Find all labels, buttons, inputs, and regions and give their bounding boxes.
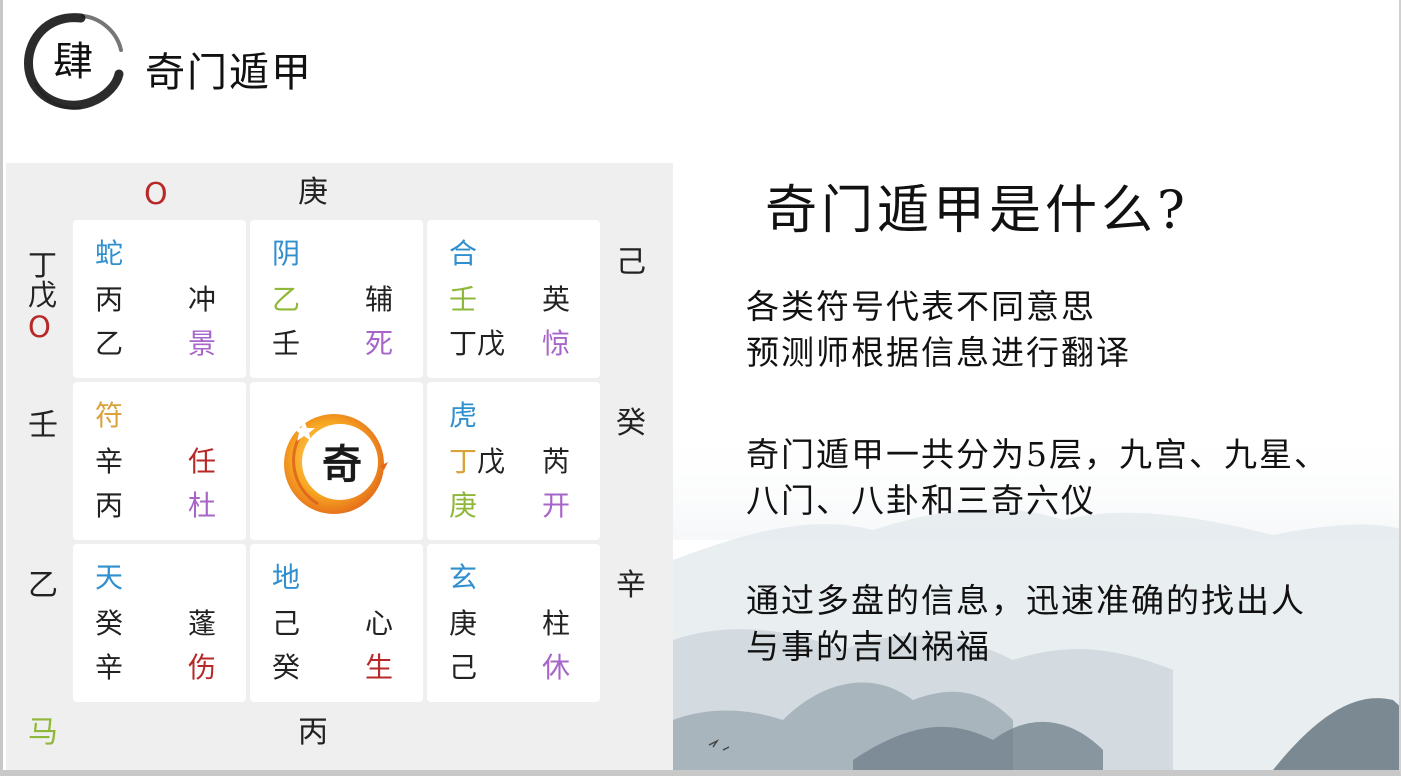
palace-door: 伤 bbox=[188, 651, 217, 684]
palace-center[interactable]: 奇 bbox=[250, 382, 423, 540]
left-top-stem-2: 戊 bbox=[28, 278, 58, 312]
palace-door: 休 bbox=[542, 651, 571, 684]
info-line: 通过多盘的信息，迅速准确的找出人 bbox=[746, 581, 1306, 620]
palace-earth-stem: 己 bbox=[449, 651, 478, 684]
right-bottom-stem: 辛 bbox=[616, 568, 646, 603]
palace-star: 任 bbox=[188, 445, 217, 478]
left-mid-stem: 壬 bbox=[28, 408, 58, 443]
center-emblem: 奇 bbox=[278, 406, 394, 518]
palace-door: 生 bbox=[365, 651, 394, 684]
palace-god: 蛇 bbox=[95, 237, 124, 270]
palace-heaven-stem: 庚 bbox=[449, 607, 478, 640]
palace-heaven-stem: 乙 bbox=[272, 283, 301, 316]
brand-logo: 肆 bbox=[21, 12, 125, 112]
palace-8[interactable]: 地 己 癸 心 生 bbox=[250, 544, 423, 702]
palace-earth-stem: 壬 bbox=[272, 327, 301, 360]
palace-door: 惊 bbox=[542, 327, 571, 360]
palace-heaven-stem: 己 bbox=[272, 607, 301, 640]
palace-god: 合 bbox=[449, 237, 478, 270]
palace-star: 英 bbox=[542, 283, 571, 316]
palace-earth-stem: 庚 bbox=[449, 489, 478, 522]
palace-1[interactable]: 蛇 丙 乙 冲 景 bbox=[73, 220, 246, 378]
info-title: 奇门遁甲是什么? bbox=[765, 181, 1189, 241]
palace-god: 符 bbox=[95, 399, 124, 432]
top-left-marker: O bbox=[144, 177, 168, 212]
info-line: 八门、八卦和三奇六仪 bbox=[746, 481, 1096, 520]
palace-star: 心 bbox=[365, 607, 394, 640]
palace-heaven-stem: 丙 bbox=[95, 283, 124, 316]
palace-4[interactable]: 符 辛 丙 任 杜 bbox=[73, 382, 246, 540]
info-line: 各类符号代表不同意思 bbox=[746, 287, 1096, 326]
left-top-stem-1: 丁 bbox=[28, 248, 58, 282]
right-top-stem: 己 bbox=[616, 245, 646, 280]
palace-star: 冲 bbox=[188, 283, 217, 316]
palace-door: 杜 bbox=[188, 489, 217, 522]
palace-heaven-stem: 丁戊 bbox=[449, 448, 505, 476]
palace-god: 阴 bbox=[272, 237, 301, 270]
palace-3[interactable]: 合 壬 丁戊 英 惊 bbox=[427, 220, 600, 378]
right-mid-stem: 癸 bbox=[616, 406, 646, 441]
qimen-board: O 庚 丁 戊 O 壬 乙 己 癸 辛 丙 马 蛇 丙 乙 冲 景 阴 乙 壬 … bbox=[6, 163, 673, 770]
info-paragraph-2: 奇门遁甲一共分为5层，九宫、九星、 八门、八卦和三奇六仪 bbox=[746, 432, 1329, 524]
palace-heaven-stem: 癸 bbox=[95, 607, 124, 640]
palace-earth-stem: 丁戊 bbox=[449, 327, 506, 360]
horse-marker: 马 bbox=[28, 715, 58, 750]
palace-god: 玄 bbox=[449, 561, 478, 594]
palace-god: 天 bbox=[95, 561, 124, 594]
palace-earth-stem: 丙 bbox=[95, 489, 124, 522]
palace-7[interactable]: 天 癸 辛 蓬 伤 bbox=[73, 544, 246, 702]
palace-earth-stem: 癸 bbox=[272, 651, 301, 684]
palace-star: 蓬 bbox=[188, 607, 217, 640]
palace-2[interactable]: 阴 乙 壬 辅 死 bbox=[250, 220, 423, 378]
slide: 肆 奇门遁甲 O 庚 丁 戊 O 壬 乙 己 癸 辛 丙 马 蛇 丙 乙 冲 景… bbox=[0, 0, 1401, 776]
palace-heaven-stem-b: 戊 bbox=[477, 445, 506, 478]
brand-logo-char: 肆 bbox=[53, 39, 93, 85]
bottom-center-stem: 丙 bbox=[298, 715, 328, 750]
palace-star: 芮 bbox=[542, 445, 571, 478]
info-paragraph-3: 通过多盘的信息，迅速准确的找出人 与事的吉凶祸福 bbox=[746, 578, 1306, 670]
left-top-marker: O bbox=[28, 310, 51, 344]
info-paragraph-1: 各类符号代表不同意思 预测师根据信息进行翻译 bbox=[746, 284, 1131, 376]
palace-heaven-stem-a: 丁 bbox=[449, 445, 478, 478]
palace-earth-stem: 乙 bbox=[95, 327, 124, 360]
top-center-stem: 庚 bbox=[298, 175, 328, 210]
palace-god: 虎 bbox=[449, 399, 478, 432]
app-title: 奇门遁甲 bbox=[145, 50, 313, 96]
palace-door: 景 bbox=[188, 327, 217, 360]
left-bottom-stem: 乙 bbox=[28, 568, 58, 603]
palace-heaven-stem: 辛 bbox=[95, 445, 124, 478]
palace-9[interactable]: 玄 庚 己 柱 休 bbox=[427, 544, 600, 702]
palace-earth-stem: 辛 bbox=[95, 651, 124, 684]
palace-god: 地 bbox=[272, 561, 301, 594]
palace-door: 开 bbox=[542, 489, 571, 522]
palace-heaven-stem: 壬 bbox=[449, 283, 478, 316]
palace-star: 柱 bbox=[542, 607, 571, 640]
center-emblem-char: 奇 bbox=[322, 441, 362, 488]
palace-star: 辅 bbox=[365, 283, 394, 316]
palace-6[interactable]: 虎 丁戊 庚 芮 开 bbox=[427, 382, 600, 540]
info-line: 预测师根据信息进行翻译 bbox=[746, 333, 1131, 372]
palace-door: 死 bbox=[365, 327, 394, 360]
info-line: 奇门遁甲一共分为5层，九宫、九星、 bbox=[746, 435, 1329, 474]
info-line: 与事的吉凶祸福 bbox=[746, 627, 991, 666]
